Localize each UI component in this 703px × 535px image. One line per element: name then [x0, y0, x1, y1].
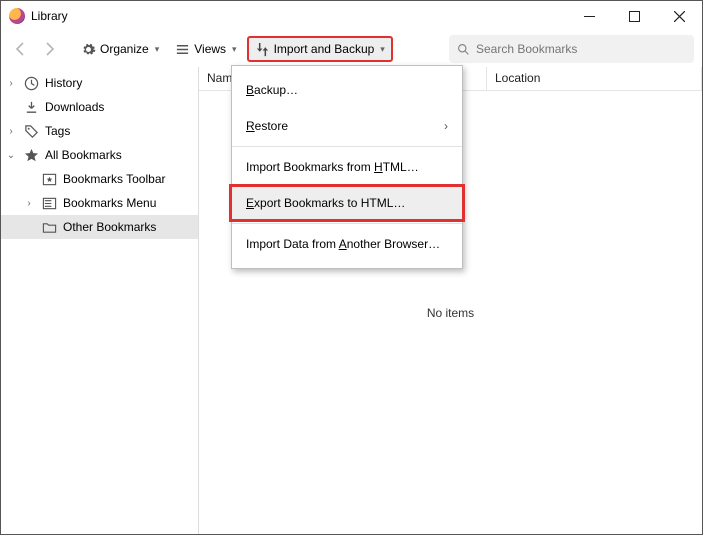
- tag-icon: [23, 123, 39, 139]
- import-backup-button[interactable]: Import and Backup ▾: [247, 36, 393, 62]
- maximize-button[interactable]: [612, 2, 657, 30]
- close-button[interactable]: [657, 2, 702, 30]
- menu-item-backup[interactable]: Backup…: [232, 72, 462, 108]
- menu-item-export-html[interactable]: Export Bookmarks to HTML…: [232, 185, 462, 221]
- sidebar-item-other-bookmarks[interactable]: Other Bookmarks: [1, 215, 198, 239]
- menu-label: Backup…: [246, 83, 298, 97]
- sidebar-item-all-bookmarks[interactable]: ⌄ All Bookmarks: [1, 143, 198, 167]
- sidebar-item-downloads[interactable]: Downloads: [1, 95, 198, 119]
- menu-item-import-html[interactable]: Import Bookmarks from HTML…: [232, 149, 462, 185]
- menu-item-import-other-browser[interactable]: Import Data from Another Browser…: [232, 226, 462, 262]
- menu-label: Export Bookmarks to HTML…: [246, 196, 405, 210]
- chevron-down-icon: ▾: [380, 44, 385, 55]
- gear-icon: [81, 42, 96, 57]
- toolbar-star-icon: [41, 171, 57, 187]
- sidebar: › History Downloads › Tags ⌄ All Bookmar…: [1, 67, 199, 534]
- toolbar: Organize ▾ Views ▾ Import and Backup ▾: [1, 31, 702, 67]
- menu-star-icon: [41, 195, 57, 211]
- chevron-right-icon[interactable]: ›: [5, 78, 17, 89]
- sidebar-item-tags[interactable]: › Tags: [1, 119, 198, 143]
- empty-text: No items: [427, 306, 474, 320]
- column-location[interactable]: Location: [487, 67, 702, 90]
- menu-label: Restore: [246, 119, 288, 133]
- menu-label: Import Bookmarks from HTML…: [246, 160, 419, 174]
- menu-separator: [232, 146, 462, 147]
- search-icon: [457, 43, 470, 56]
- star-icon: [23, 147, 39, 163]
- chevron-right-icon[interactable]: ›: [23, 198, 35, 209]
- sidebar-label: Other Bookmarks: [63, 220, 156, 234]
- back-button[interactable]: [9, 37, 33, 61]
- content-area: Name Location Backup… Restore › Import B…: [199, 67, 702, 534]
- organize-button[interactable]: Organize ▾: [75, 36, 165, 62]
- sidebar-label: Downloads: [45, 100, 104, 114]
- sidebar-label: Tags: [45, 124, 70, 138]
- chevron-right-icon[interactable]: ›: [5, 126, 17, 137]
- clock-icon: [23, 75, 39, 91]
- chevron-down-icon: ▾: [155, 44, 160, 55]
- sidebar-label: Bookmarks Menu: [63, 196, 156, 210]
- import-export-icon: [255, 42, 270, 57]
- forward-button[interactable]: [37, 37, 61, 61]
- chevron-down-icon: ▾: [232, 44, 237, 55]
- sidebar-label: Bookmarks Toolbar: [63, 172, 166, 186]
- menu-separator: [232, 223, 462, 224]
- download-icon: [23, 99, 39, 115]
- firefox-icon: [9, 8, 25, 24]
- window-title: Library: [31, 9, 567, 23]
- views-button[interactable]: Views ▾: [169, 36, 242, 62]
- views-label: Views: [194, 42, 226, 56]
- search-input[interactable]: [476, 42, 686, 56]
- menu-label: Import Data from Another Browser…: [246, 237, 440, 251]
- sidebar-label: History: [45, 76, 82, 90]
- organize-label: Organize: [100, 42, 149, 56]
- sidebar-item-bookmarks-menu[interactable]: › Bookmarks Menu: [1, 191, 198, 215]
- menu-item-restore[interactable]: Restore ›: [232, 108, 462, 144]
- import-backup-menu: Backup… Restore › Import Bookmarks from …: [231, 65, 463, 269]
- sidebar-item-bookmarks-toolbar[interactable]: Bookmarks Toolbar: [1, 167, 198, 191]
- title-bar: Library: [1, 1, 702, 31]
- sidebar-item-history[interactable]: › History: [1, 71, 198, 95]
- search-box[interactable]: [449, 35, 694, 63]
- chevron-down-icon[interactable]: ⌄: [5, 150, 17, 161]
- import-backup-label: Import and Backup: [274, 42, 375, 56]
- sidebar-label: All Bookmarks: [45, 148, 122, 162]
- list-icon: [175, 42, 190, 57]
- minimize-button[interactable]: [567, 2, 612, 30]
- chevron-right-icon: ›: [444, 119, 448, 133]
- folder-icon: [41, 219, 57, 235]
